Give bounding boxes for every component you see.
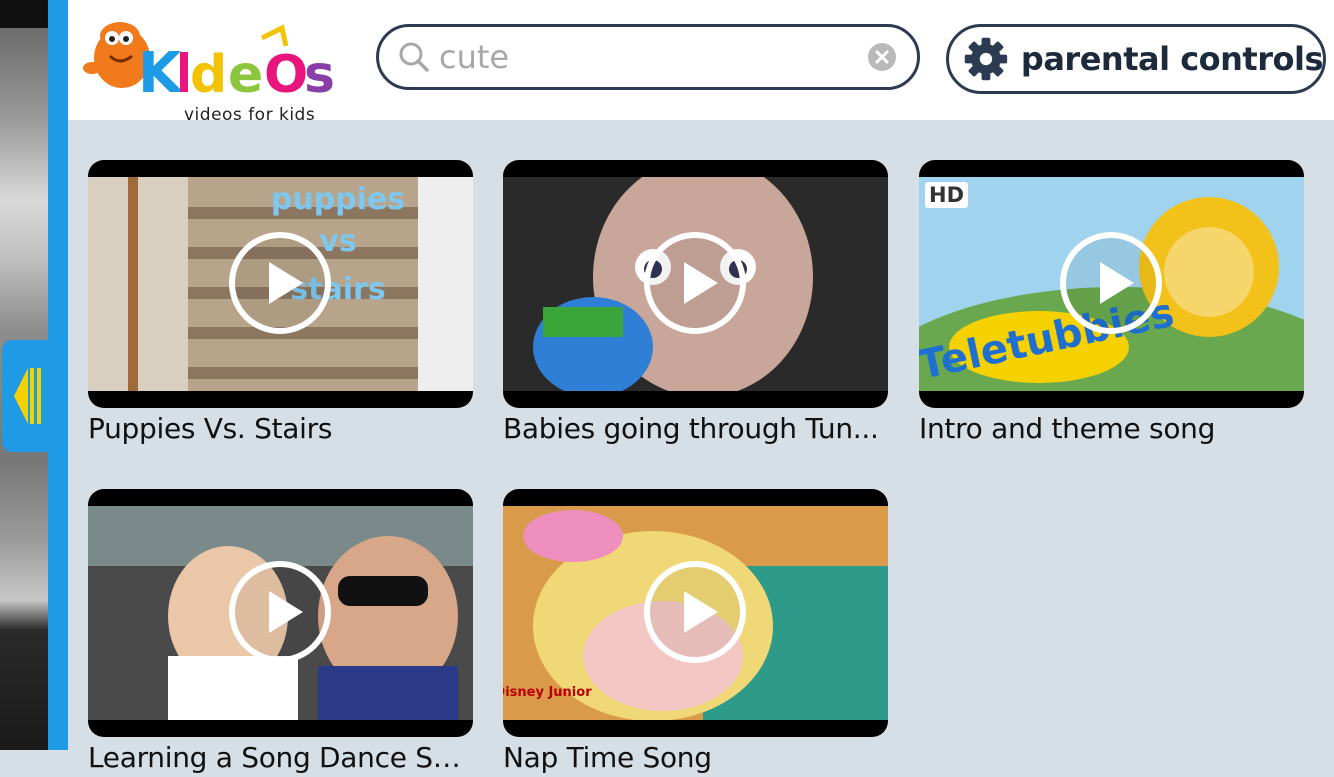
play-icon[interactable] <box>227 230 333 336</box>
video-thumbnail[interactable]: Teletubbies HD <box>919 160 1304 408</box>
svg-text:K: K <box>138 41 184 106</box>
svg-text:Disney Junior: Disney Junior <box>503 685 592 700</box>
hd-badge: HD <box>925 182 969 208</box>
svg-text:puppies: puppies <box>271 182 405 217</box>
video-title[interactable]: Babies going through Tun... <box>503 410 888 448</box>
video-thumbnail[interactable]: puppies vs stairs <box>88 160 473 408</box>
svg-text:e: e <box>228 45 263 105</box>
gear-icon <box>964 37 1008 81</box>
svg-text:d: d <box>190 45 227 105</box>
play-icon[interactable] <box>642 230 748 336</box>
video-title[interactable]: Nap Time Song <box>503 739 888 777</box>
video-card[interactable]: puppies vs stairs Puppies Vs. Stairs <box>88 160 473 448</box>
play-icon[interactable] <box>1058 230 1164 336</box>
parental-controls-label: parental controls <box>1020 40 1324 78</box>
video-card[interactable]: Babies going through Tun... <box>503 160 888 448</box>
video-card[interactable]: Disney Junior Nap Time Song <box>503 489 888 777</box>
video-thumbnail[interactable] <box>88 489 473 737</box>
video-card[interactable]: Teletubbies HD Intro and theme song <box>919 160 1304 448</box>
play-icon[interactable] <box>642 559 748 665</box>
video-title[interactable]: Puppies Vs. Stairs <box>88 410 473 448</box>
search-input[interactable]: cute <box>439 38 867 76</box>
logo-tagline: videos for kids <box>184 105 316 125</box>
video-thumbnail[interactable]: Disney Junior <box>503 489 888 737</box>
play-icon[interactable] <box>227 559 333 665</box>
drawer-chevron-icon <box>14 368 41 424</box>
kideos-logo[interactable]: K d e O s videos for kids <box>82 6 344 125</box>
video-title[interactable]: Learning a Song Dance Se... <box>88 739 473 777</box>
search-icon <box>399 42 429 72</box>
parental-controls-button[interactable]: parental controls <box>946 24 1326 94</box>
clear-search-icon[interactable] <box>867 42 897 72</box>
svg-text:O: O <box>264 45 308 105</box>
header: K d e O s videos for kids cute parental … <box>68 0 1334 125</box>
svg-text:s: s <box>304 45 335 105</box>
video-card[interactable]: Learning a Song Dance Se... <box>88 489 473 777</box>
drawer-handle[interactable] <box>2 340 52 452</box>
video-title[interactable]: Intro and theme song <box>919 410 1304 448</box>
video-thumbnail[interactable] <box>503 160 888 408</box>
search-bar[interactable]: cute <box>376 24 920 90</box>
